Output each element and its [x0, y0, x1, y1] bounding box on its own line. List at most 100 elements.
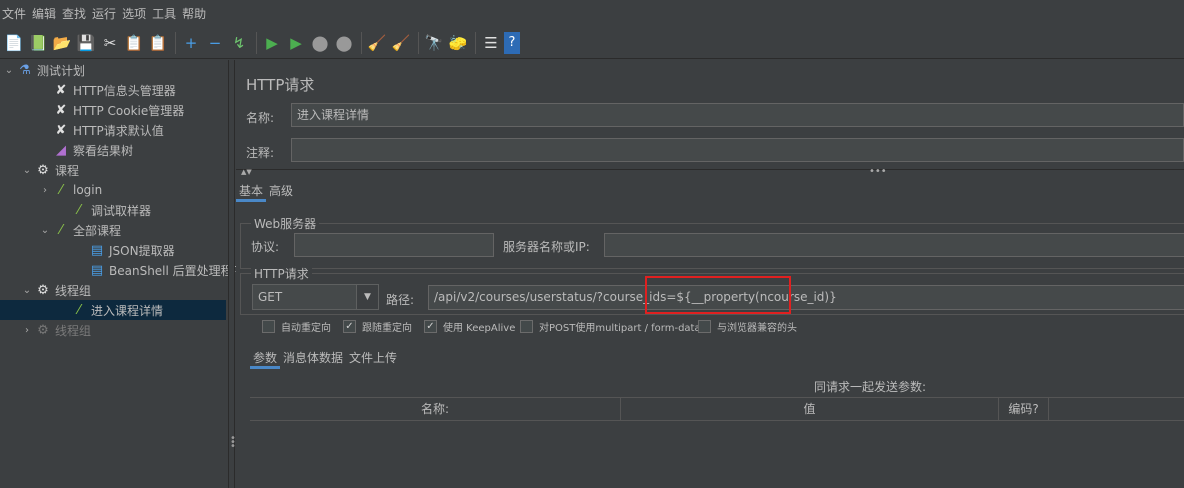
tree-node[interactable]: ⁄ 进入课程详情: [0, 300, 226, 320]
menu-bar: 文件 编辑 查找 运行 选项 工具 帮助: [0, 0, 1184, 27]
name-label: 名称:: [246, 111, 275, 125]
toggle-icon[interactable]: ↯: [228, 32, 250, 54]
tree-node[interactable]: ✘ HTTP Cookie管理器: [0, 100, 185, 120]
shutdown-icon[interactable]: ⬤: [333, 32, 355, 54]
tab-advanced[interactable]: 高级: [266, 180, 296, 202]
tree-node[interactable]: ▤ BeanShell 后置处理程序: [0, 260, 245, 280]
http-request-panel: HTTP请求 名称: 进入课程详情 注释: ▲▼ ••• 基本 高级 Web服务…: [236, 60, 1184, 488]
help-icon[interactable]: ?: [504, 31, 520, 54]
chevron-down-icon[interactable]: ⌄: [20, 285, 34, 296]
menu-file[interactable]: 文件: [2, 5, 26, 22]
collapse-arrows-icon[interactable]: ▲▼: [241, 168, 252, 176]
tree-node-label: HTTP请求默认值: [73, 123, 164, 138]
sampler-icon: ⁄: [77, 302, 81, 318]
clear-icon[interactable]: 🧹: [366, 32, 388, 54]
menu-edit[interactable]: 编辑: [32, 5, 56, 22]
name-field[interactable]: 进入课程详情: [291, 103, 1184, 127]
multipart-checkbox[interactable]: 对POST使用multipart / form-data: [520, 319, 701, 334]
menu-tools[interactable]: 工具: [152, 5, 176, 22]
tree-node[interactable]: ▤ JSON提取器: [0, 240, 175, 260]
checkbox-box: [520, 320, 533, 333]
function-helper-icon[interactable]: ☰: [480, 32, 502, 54]
section-divider[interactable]: ▲▼ •••: [236, 166, 1184, 178]
column-encode[interactable]: 编码?: [999, 398, 1049, 420]
tab-files-upload[interactable]: 文件上传: [346, 347, 400, 369]
thread-group-icon: ⚙: [37, 162, 49, 178]
tree-node[interactable]: › ⁄ login: [0, 180, 102, 200]
copy-icon[interactable]: 📋: [123, 32, 145, 54]
main-tabs: 基本 高级: [236, 180, 296, 204]
tree-node[interactable]: ⁄ 调试取样器: [0, 200, 151, 220]
reset-search-icon[interactable]: 🧽: [447, 32, 469, 54]
tree-node[interactable]: ◢ 察看结果树: [0, 140, 133, 160]
server-field[interactable]: [604, 233, 1184, 257]
panel-splitter[interactable]: • • •: [228, 60, 236, 488]
start-icon[interactable]: ▶: [261, 32, 283, 54]
column-value[interactable]: 值: [621, 398, 999, 420]
clear-all-icon[interactable]: 🧹: [390, 32, 412, 54]
tree-node-label: HTTP Cookie管理器: [73, 103, 185, 118]
tab-parameters[interactable]: 参数: [250, 347, 281, 369]
checkbox-label: 对POST使用multipart / form-data: [539, 323, 701, 334]
tree-node[interactable]: ⌄ ⚙ 课程: [0, 160, 79, 180]
cut-icon[interactable]: ✂: [99, 32, 121, 54]
checkbox-box: [698, 320, 711, 333]
checkbox-box: [262, 320, 275, 333]
tree-node[interactable]: ✘ HTTP请求默认值: [0, 120, 164, 140]
highlight-box: [645, 276, 791, 314]
search-icon[interactable]: 🔭: [423, 32, 445, 54]
auto-redirect-checkbox[interactable]: 自动重定向: [262, 319, 331, 334]
chevron-down-icon[interactable]: ⌄: [38, 225, 52, 236]
tree-node[interactable]: › ⚙ 线程组: [0, 320, 91, 340]
checkbox-label: 使用 KeepAlive: [443, 323, 516, 334]
tree-node-label: 全部课程: [73, 223, 122, 238]
thread-group-icon: ⚙: [37, 322, 49, 338]
toolbar-separator: [475, 31, 476, 54]
column-extra[interactable]: [1049, 398, 1184, 420]
expand-icon[interactable]: +: [180, 32, 202, 54]
tab-body-data[interactable]: 消息体数据: [280, 347, 346, 369]
start-no-pause-icon[interactable]: ▶: [285, 32, 307, 54]
chevron-right-icon[interactable]: ›: [38, 185, 52, 196]
new-icon[interactable]: 📄: [3, 32, 25, 54]
protocol-field[interactable]: [294, 233, 494, 257]
follow-redirect-checkbox[interactable]: ✓ 跟随重定向: [343, 319, 412, 334]
comment-field[interactable]: [291, 138, 1184, 162]
listener-icon: ◢: [56, 142, 66, 158]
chevron-down-icon[interactable]: ⌄: [20, 165, 34, 176]
method-value: GET: [258, 290, 283, 304]
stop-icon[interactable]: ⬤: [309, 32, 331, 54]
keepalive-checkbox[interactable]: ✓ 使用 KeepAlive: [424, 319, 515, 334]
tree-node[interactable]: ✘ HTTP信息头管理器: [0, 80, 176, 100]
config-icon: ✘: [55, 102, 67, 118]
divider-grip-icon: •••: [869, 166, 887, 177]
paste-icon[interactable]: 📋: [147, 32, 169, 54]
tree-node[interactable]: ⌄ ⚙ 线程组: [0, 280, 91, 300]
templates-icon[interactable]: 📗: [27, 32, 49, 54]
menu-run[interactable]: 运行: [92, 5, 116, 22]
params-caption: 同请求一起发送参数:: [814, 380, 927, 394]
path-field[interactable]: /api/v2/courses/userstatus/?course_ids=$…: [428, 285, 1184, 310]
menu-help[interactable]: 帮助: [182, 5, 206, 22]
collapse-icon[interactable]: −: [204, 32, 226, 54]
chevron-right-icon[interactable]: ›: [20, 325, 34, 336]
tree-node[interactable]: ⌄ ⚗ 测试计划: [0, 60, 85, 80]
sampler-icon: ⁄: [77, 202, 81, 218]
page-title: HTTP请求: [246, 76, 315, 94]
method-select[interactable]: GET ▼: [252, 284, 379, 310]
open-icon[interactable]: 📂: [51, 32, 73, 54]
toolbar-separator: [361, 31, 362, 54]
menu-options[interactable]: 选项: [122, 5, 146, 22]
menu-search[interactable]: 查找: [62, 5, 86, 22]
params-table-header: 名称: 值 编码?: [250, 397, 1184, 421]
comment-label: 注释:: [246, 146, 275, 160]
tree-node-label: 测试计划: [37, 63, 86, 78]
save-icon[interactable]: 💾: [75, 32, 97, 54]
toolbar: 📄 📗 📂 💾 ✂ 📋 📋 + − ↯ ▶ ▶ ⬤ ⬤ 🧹 🧹 🔭 🧽 ☰?: [0, 27, 1184, 59]
column-name[interactable]: 名称:: [250, 398, 621, 420]
chevron-down-icon[interactable]: ⌄: [2, 65, 16, 76]
browser-headers-checkbox[interactable]: 与浏览器兼容的头: [698, 319, 797, 334]
tree-node[interactable]: ⌄ ⁄ 全部课程: [0, 220, 121, 240]
tab-basic[interactable]: 基本: [236, 180, 267, 202]
dropdown-arrow-icon[interactable]: ▼: [356, 285, 378, 309]
